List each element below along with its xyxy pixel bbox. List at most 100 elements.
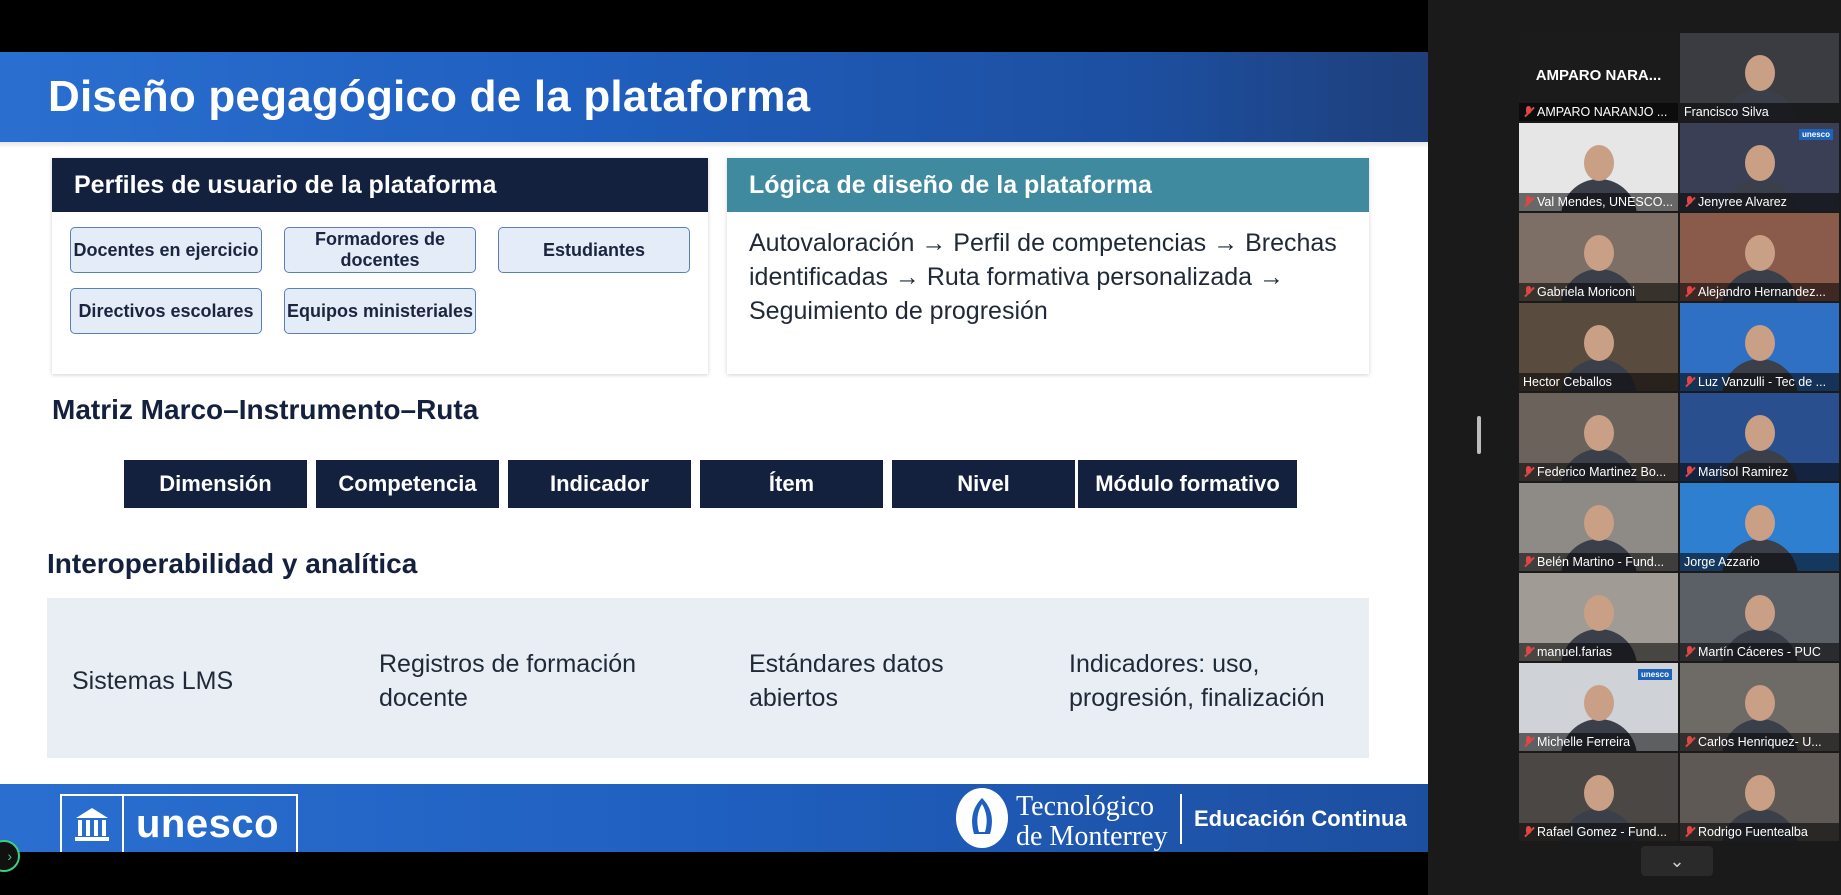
participant-name: Rafael Gomez - Fund... [1537, 825, 1667, 839]
muted-mic-icon [1523, 196, 1534, 208]
footer-divider [1180, 794, 1182, 844]
participant-name-large: AMPARO NARA... [1535, 67, 1662, 84]
participant-tile[interactable]: Francisco Silva [1680, 33, 1839, 121]
profile-chip-estudiantes: Estudiantes [498, 227, 690, 273]
muted-mic-icon [1523, 106, 1534, 118]
muted-mic-icon [1684, 376, 1695, 388]
participant-face [1583, 685, 1614, 721]
participant-face [1744, 505, 1775, 541]
slide-footer: unesco Tecnológico de Monterrey Educació… [0, 784, 1428, 852]
shared-slide: Diseño pegagógico de la plataforma Perfi… [0, 52, 1428, 852]
participant-name: manuel.farias [1537, 645, 1613, 659]
participant-name: Luz Vanzulli - Tec de ... [1698, 375, 1827, 389]
muted-mic-icon [1684, 466, 1695, 478]
participant-tile[interactable]: Luz Vanzulli - Tec de ... [1680, 303, 1839, 391]
participant-tile[interactable]: Rafael Gomez - Fund... [1519, 753, 1678, 841]
unesco-logo: unesco [60, 794, 298, 852]
tec-monterrey-name: Tecnológico de Monterrey [1016, 792, 1168, 852]
muted-mic-icon [1684, 196, 1695, 208]
interop-title: Interoperabilidad y analítica [47, 548, 418, 579]
tec-name-line2: de Monterrey [1016, 821, 1168, 852]
interop-item-estandares: Estándares datos abiertos [749, 650, 944, 712]
participant-face [1744, 325, 1775, 361]
logic-flow-text: Autovaloración → Perfil de competencias … [749, 229, 1337, 325]
participant-name: Belén Martino - Fund... [1537, 555, 1665, 569]
muted-mic-icon [1523, 646, 1534, 658]
unesco-badge: unesco [1798, 129, 1833, 140]
participant-name-bar: Belén Martino - Fund... [1519, 553, 1678, 571]
participant-face [1744, 775, 1775, 811]
participant-name: AMPARO NARANJO ... [1537, 105, 1668, 119]
muted-mic-icon [1523, 826, 1534, 838]
participant-face [1744, 685, 1775, 721]
participant-name-bar: Jorge Azzario [1680, 553, 1839, 571]
muted-mic-icon [1684, 646, 1695, 658]
participant-face [1744, 235, 1775, 271]
gallery-scroll-down-button[interactable]: ⌄ [1641, 846, 1713, 876]
tec-name-line1: Tecnológico [1016, 791, 1154, 822]
participant-tile[interactable]: Alejandro Hernandez... [1680, 213, 1839, 301]
participant-name-bar: Rafael Gomez - Fund... [1519, 823, 1678, 841]
participant-face [1583, 145, 1614, 181]
matrix-box-item: Ítem [700, 460, 883, 508]
participant-name-bar: Marisol Ramirez [1680, 463, 1839, 481]
header-divider [0, 142, 1428, 148]
participant-face [1744, 145, 1775, 181]
participant-name-bar: Federico Martinez Bo... [1519, 463, 1678, 481]
logic-panel: Lógica de diseño de la plataforma Autova… [727, 158, 1369, 374]
participant-name: Val Mendes, UNESCO... [1537, 195, 1673, 209]
participant-tile[interactable]: Hector Ceballos [1519, 303, 1678, 391]
participant-tile[interactable]: Gabriela Moriconi [1519, 213, 1678, 301]
panel-resize-handle[interactable] [1477, 416, 1481, 454]
participant-tile[interactable]: unesco Michelle Ferreira [1519, 663, 1678, 751]
participant-name-bar: Luz Vanzulli - Tec de ... [1680, 373, 1839, 391]
participant-tile[interactable]: manuel.farias [1519, 573, 1678, 661]
participant-face [1583, 595, 1614, 631]
participant-tile[interactable]: Martín Cáceres - PUC [1680, 573, 1839, 661]
participant-tile[interactable]: unesco Jenyree Alvarez [1680, 123, 1839, 211]
participant-name-bar: Carlos Henriquez- U... [1680, 733, 1839, 751]
participant-name-bar: Val Mendes, UNESCO... [1519, 193, 1678, 211]
participant-name: Carlos Henriquez- U... [1698, 735, 1822, 749]
muted-mic-icon [1684, 736, 1695, 748]
participant-name: Gabriela Moriconi [1537, 285, 1635, 299]
participant-tile[interactable]: Carlos Henriquez- U... [1680, 663, 1839, 751]
participant-name-bar: Martín Cáceres - PUC [1680, 643, 1839, 661]
participant-tile[interactable]: Belén Martino - Fund... [1519, 483, 1678, 571]
participant-name: Michelle Ferreira [1537, 735, 1631, 749]
participant-name-bar: Hector Ceballos [1519, 373, 1678, 391]
participant-face [1583, 775, 1614, 811]
participant-name: Jenyree Alvarez [1698, 195, 1787, 209]
participant-tile[interactable]: Federico Martinez Bo... [1519, 393, 1678, 481]
participant-face [1583, 505, 1614, 541]
interop-item-lms: Sistemas LMS [72, 667, 234, 695]
participant-name: Marisol Ramirez [1698, 465, 1789, 479]
profiles-heading: Perfiles de usuario de la plataforma [52, 158, 708, 212]
participant-tile[interactable]: Jorge Azzario [1680, 483, 1839, 571]
unesco-badge: unesco [1637, 669, 1672, 680]
interop-item-registros: Registros de formación docente [379, 650, 637, 712]
participant-name-bar: Jenyree Alvarez [1680, 193, 1839, 211]
participant-name-bar: AMPARO NARANJO ... [1519, 103, 1678, 121]
participant-name: Jorge Azzario [1684, 555, 1760, 569]
tec-monterrey-seal-icon [956, 788, 1008, 848]
interop-item-indicadores: Indicadores: uso, progresión, finalizaci… [1069, 650, 1325, 712]
participant-tile[interactable]: Rodrigo Fuentealba [1680, 753, 1839, 841]
participant-tile[interactable]: AMPARO NARA... AMPARO NARANJO ... [1519, 33, 1678, 121]
educacion-continua-label: Educación Continua [1194, 806, 1407, 831]
profile-chip-directivos: Directivos escolares [70, 288, 262, 334]
participant-name: Francisco Silva [1684, 105, 1769, 119]
matrix-title: Matriz Marco–Instrumento–Ruta [52, 394, 479, 425]
matrix-box-nivel: Nivel [892, 460, 1075, 508]
participant-tile[interactable]: Marisol Ramirez [1680, 393, 1839, 481]
profile-chip-equipos: Equipos ministeriales [284, 288, 476, 334]
participant-name: Rodrigo Fuentealba [1698, 825, 1808, 839]
matrix-box-dimension: Dimensión [124, 460, 307, 508]
participant-name: Hector Ceballos [1523, 375, 1612, 389]
muted-mic-icon [1523, 556, 1534, 568]
slide-header: Diseño pegagógico de la plataforma [0, 52, 1428, 142]
participant-tile[interactable]: Val Mendes, UNESCO... [1519, 123, 1678, 211]
participant-name-bar: Alejandro Hernandez... [1680, 283, 1839, 301]
slide-title: Diseño pegagógico de la plataforma [48, 72, 811, 121]
profile-chip-docentes: Docentes en ejercicio [70, 227, 262, 273]
